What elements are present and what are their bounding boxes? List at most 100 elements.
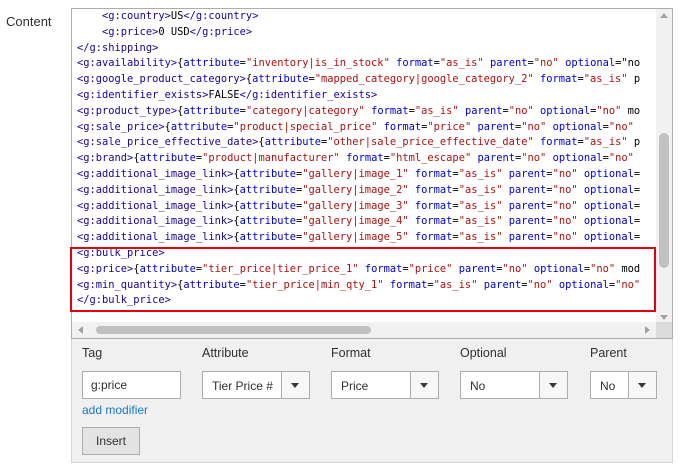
- code-token-tag: <g:bulk_price>: [77, 246, 165, 259]
- code-token-tag: <g:additional_image_link>: [77, 183, 234, 196]
- code-token-str: "no": [552, 215, 578, 228]
- chevron-down-icon: [638, 383, 646, 388]
- scroll-down-arrow-icon[interactable]: [660, 315, 668, 320]
- code-token-attr: format: [414, 167, 453, 180]
- code-token-tag: </g:country>: [183, 10, 259, 22]
- code-token-str: "product|special_price": [233, 120, 378, 133]
- code-token-txt: =: [633, 167, 641, 180]
- format-select-button[interactable]: [410, 372, 438, 398]
- code-token-tag: <g:min_quantity>: [77, 278, 178, 291]
- horizontal-scrollbar[interactable]: [72, 322, 656, 338]
- scrollbar-corner: [656, 322, 672, 338]
- code-token-tag: </g:identifier_exists>: [239, 88, 378, 101]
- code-token-attr: attribute: [183, 104, 240, 117]
- code-token-attr: format: [383, 120, 422, 133]
- code-token-str: "no": [533, 57, 559, 70]
- code-token-str: "as_is": [433, 278, 478, 291]
- code-line: <g:additional_image_link>{attribute="gal…: [77, 230, 656, 246]
- code-line: <g:additional_image_link>{attribute="gal…: [77, 167, 656, 183]
- parent-select-button[interactable]: [628, 372, 656, 398]
- code-line: <g:availability>{attribute="inventory|is…: [77, 56, 656, 72]
- code-token-attr: parent: [489, 57, 528, 70]
- code-token-tag: </g:bulk_price>: [77, 294, 171, 307]
- code-token-str: "category|category": [245, 104, 365, 117]
- code-token-attr: optional: [533, 262, 584, 275]
- code-token-str: "inventory|is_in_stock": [245, 57, 390, 70]
- code-token-tag: <g:additional_image_link>: [77, 231, 234, 244]
- code-token-attr: format: [389, 278, 428, 291]
- scroll-right-arrow-icon[interactable]: [645, 326, 650, 334]
- code-token-txt: =: [633, 199, 641, 212]
- code-token-attr: optional: [583, 199, 634, 212]
- code-line: <g:google_product_category>{attribute="m…: [77, 72, 656, 88]
- code-token-tag: <g:price>: [102, 25, 159, 38]
- code-token-str: "gallery|image_2": [302, 183, 409, 196]
- code-token-attr: format: [539, 136, 578, 149]
- code-token-tag: <g:additional_image_link>: [77, 215, 234, 228]
- code-token-txt: ="no: [615, 57, 641, 70]
- code-editor[interactable]: <g:country>US</g:country> <g:price>0 USD…: [71, 8, 673, 339]
- code-token-attr: parent: [508, 199, 547, 212]
- code-token-str: "gallery|image_5": [302, 231, 409, 244]
- code-token-attr: optional: [565, 57, 616, 70]
- tag-input[interactable]: g:price: [82, 371, 181, 399]
- format-select[interactable]: Price: [331, 371, 439, 399]
- code-token-attr: format: [396, 57, 434, 70]
- code-token-str: "no": [596, 104, 622, 117]
- code-token-str: "as_is": [458, 199, 503, 212]
- code-token-attr: parent: [477, 120, 516, 133]
- code-line: <g:price>0 USD</g:price>: [77, 25, 656, 41]
- code-token-txt: =: [633, 215, 641, 228]
- scroll-up-arrow-icon[interactable]: [660, 13, 668, 18]
- code-token-attr: format: [414, 231, 453, 244]
- code-token-str: "as_is": [458, 183, 503, 196]
- code-token-str: "no": [590, 262, 616, 275]
- insert-button[interactable]: Insert: [82, 427, 140, 455]
- code-token-str: "no": [521, 152, 547, 165]
- attribute-select-value: Tier Price #: [212, 379, 273, 393]
- chevron-down-icon: [291, 383, 299, 388]
- add-modifier-link[interactable]: add modifier: [82, 403, 148, 417]
- code-token-tag: </g:price>: [189, 25, 253, 38]
- code-token-attr: parent: [483, 278, 522, 291]
- code-token-attr: parent: [458, 262, 497, 275]
- code-text-area[interactable]: <g:country>US</g:country> <g:price>0 USD…: [72, 9, 656, 324]
- horizontal-scroll-thumb[interactable]: [96, 326, 371, 334]
- vertical-scroll-thumb[interactable]: [659, 133, 669, 268]
- code-token-txt: =: [633, 183, 641, 196]
- optional-column-label: Optional: [460, 346, 507, 360]
- attribute-select[interactable]: Tier Price #: [202, 371, 310, 399]
- code-token-str: "as_is": [439, 57, 484, 70]
- modifier-panel: Tag Attribute Format Optional Parent g:p…: [71, 339, 673, 463]
- code-token-attr: format: [371, 104, 409, 117]
- attribute-select-button[interactable]: [281, 372, 309, 398]
- code-token-attr: format: [539, 73, 578, 86]
- code-token-attr: attribute: [264, 136, 321, 149]
- code-token-txt: mo: [621, 104, 641, 117]
- code-token-attr: attribute: [239, 167, 296, 180]
- optional-select[interactable]: No: [460, 371, 568, 399]
- parent-select[interactable]: No: [590, 371, 657, 399]
- code-token-tag: <g:identifier_exists>: [77, 88, 209, 101]
- code-token-attr: optional: [583, 215, 634, 228]
- code-line: </g:shipping>: [77, 41, 656, 57]
- code-token-attr: parent: [508, 231, 547, 244]
- code-token-str: "as_is": [458, 215, 503, 228]
- code-token-str: "no": [608, 120, 634, 133]
- code-token-attr: attribute: [252, 73, 309, 86]
- vertical-scrollbar[interactable]: [656, 9, 672, 324]
- code-line: <g:additional_image_link>{attribute="gal…: [77, 199, 656, 215]
- code-token-attr: parent: [508, 215, 547, 228]
- attribute-column-label: Attribute: [202, 346, 249, 360]
- code-line: <g:additional_image_link>{attribute="gal…: [77, 214, 656, 230]
- code-token-txt: p: [627, 136, 641, 149]
- code-line: <g:bulk_price>: [77, 246, 656, 262]
- code-token-attr: optional: [540, 104, 591, 117]
- optional-select-button[interactable]: [539, 372, 567, 398]
- code-token-attr: format: [346, 152, 384, 165]
- code-line: <g:additional_image_link>{attribute="gal…: [77, 183, 656, 199]
- scroll-left-arrow-icon[interactable]: [78, 326, 83, 334]
- tag-column-label: Tag: [82, 346, 103, 360]
